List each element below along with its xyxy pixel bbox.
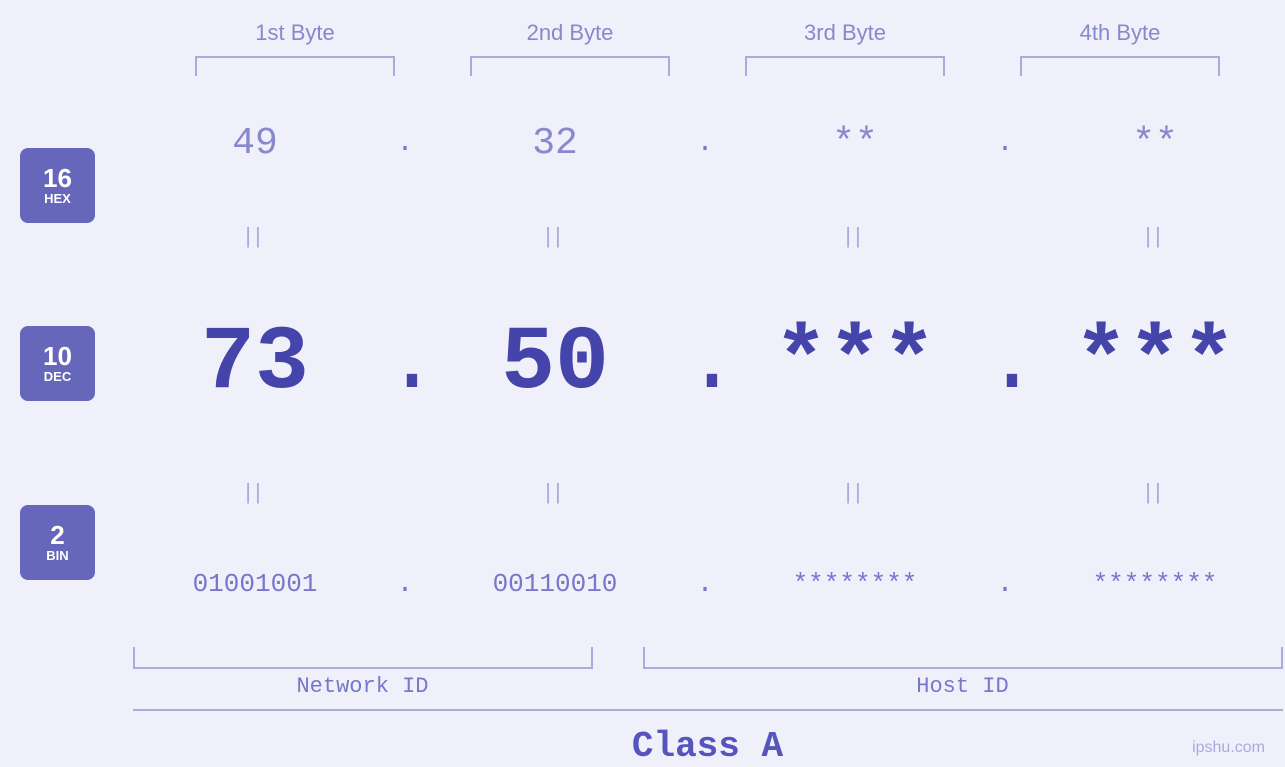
equals-2-1: || [125,479,385,505]
host-id-bracket [643,647,1283,669]
bin-value-3: ******** [793,569,918,599]
top-bracket-2 [470,56,670,76]
equals-2-2: || [425,479,685,505]
hex-cell-4: ** [1025,122,1285,165]
bin-badge: 2 BIN [20,505,95,580]
hex-cell-3: ** [725,122,985,165]
dec-dot-1: . [385,319,425,409]
hex-badge-label: HEX [44,191,71,206]
top-bracket-3 [745,56,945,76]
dec-value-2: 50 [501,313,609,415]
bottom-brackets [133,647,1283,669]
dec-row: 73 . 50 . *** . *** [125,299,1285,429]
hex-badge: 16 HEX [20,148,95,223]
top-bracket-1 [195,56,395,76]
class-bracket-line [133,709,1283,711]
equals-1-3: || [725,223,985,249]
hex-dot-3: . [985,128,1025,159]
equals-2-3: || [725,479,985,505]
bin-cell-3: ******** [725,569,985,599]
main-container: 1st Byte 2nd Byte 3rd Byte 4th Byte 16 H… [0,0,1285,767]
dec-badge-label: DEC [44,369,71,384]
equals-row-2: || || || || [125,474,1285,509]
bin-cell-2: 00110010 [425,569,685,599]
bin-cell-4: ******** [1025,569,1285,599]
hex-value-3: ** [832,122,878,165]
bin-dot-1: . [385,569,425,600]
dec-cell-3: *** [725,319,985,409]
badge-column: 16 HEX 10 DEC 2 BIN [0,86,115,642]
watermark: ipshu.com [1192,739,1265,757]
dec-value-3: *** [774,313,936,415]
bin-dot-2: . [685,569,725,600]
class-section: Class A [133,709,1283,767]
dec-dot-3: . [985,319,1025,409]
dec-badge: 10 DEC [20,326,95,401]
bin-cell-1: 01001001 [125,569,385,599]
bottom-section: Network ID Host ID [133,647,1283,699]
equals-2-4: || [1025,479,1285,505]
top-bracket-4 [1020,56,1220,76]
hex-dot-1: . [385,128,425,159]
class-label: Class A [133,726,1283,767]
bin-row: 01001001 . 00110010 . ******** . *******… [125,554,1285,614]
bin-value-4: ******** [1093,569,1218,599]
hex-value-2: 32 [532,122,578,165]
host-id-label: Host ID [643,674,1283,699]
byte-label-3: 3rd Byte [735,20,955,46]
dec-cell-4: *** [1025,319,1285,409]
hex-dot-2: . [685,128,725,159]
equals-1-1: || [125,223,385,249]
hex-cell-1: 49 [125,122,385,165]
equals-1-2: || [425,223,685,249]
dec-cell-1: 73 [125,319,385,409]
byte-labels-row: 1st Byte 2nd Byte 3rd Byte 4th Byte [158,20,1258,46]
equals-1-4: || [1025,223,1285,249]
dec-value-1: 73 [201,313,309,415]
bin-badge-label: BIN [46,548,68,563]
bin-value-2: 00110010 [493,569,618,599]
bin-badge-number: 2 [50,522,64,548]
dec-value-4: *** [1074,313,1236,415]
byte-label-4: 4th Byte [1010,20,1230,46]
hex-cell-2: 32 [425,122,685,165]
bottom-labels: Network ID Host ID [133,674,1283,699]
network-id-label: Network ID [133,674,593,699]
dec-dot-2: . [685,319,725,409]
top-brackets-row [158,56,1258,76]
hex-value-1: 49 [232,122,278,165]
dec-cell-2: 50 [425,319,685,409]
hex-row: 49 . 32 . ** . ** [125,114,1285,174]
equals-row-1: || || || || [125,219,1285,254]
hex-badge-number: 16 [43,165,72,191]
network-id-bracket [133,647,593,669]
byte-label-2: 2nd Byte [460,20,680,46]
bin-dot-3: . [985,569,1025,600]
dec-badge-number: 10 [43,343,72,369]
hex-value-4: ** [1132,122,1178,165]
byte-label-1: 1st Byte [185,20,405,46]
bin-value-1: 01001001 [193,569,318,599]
